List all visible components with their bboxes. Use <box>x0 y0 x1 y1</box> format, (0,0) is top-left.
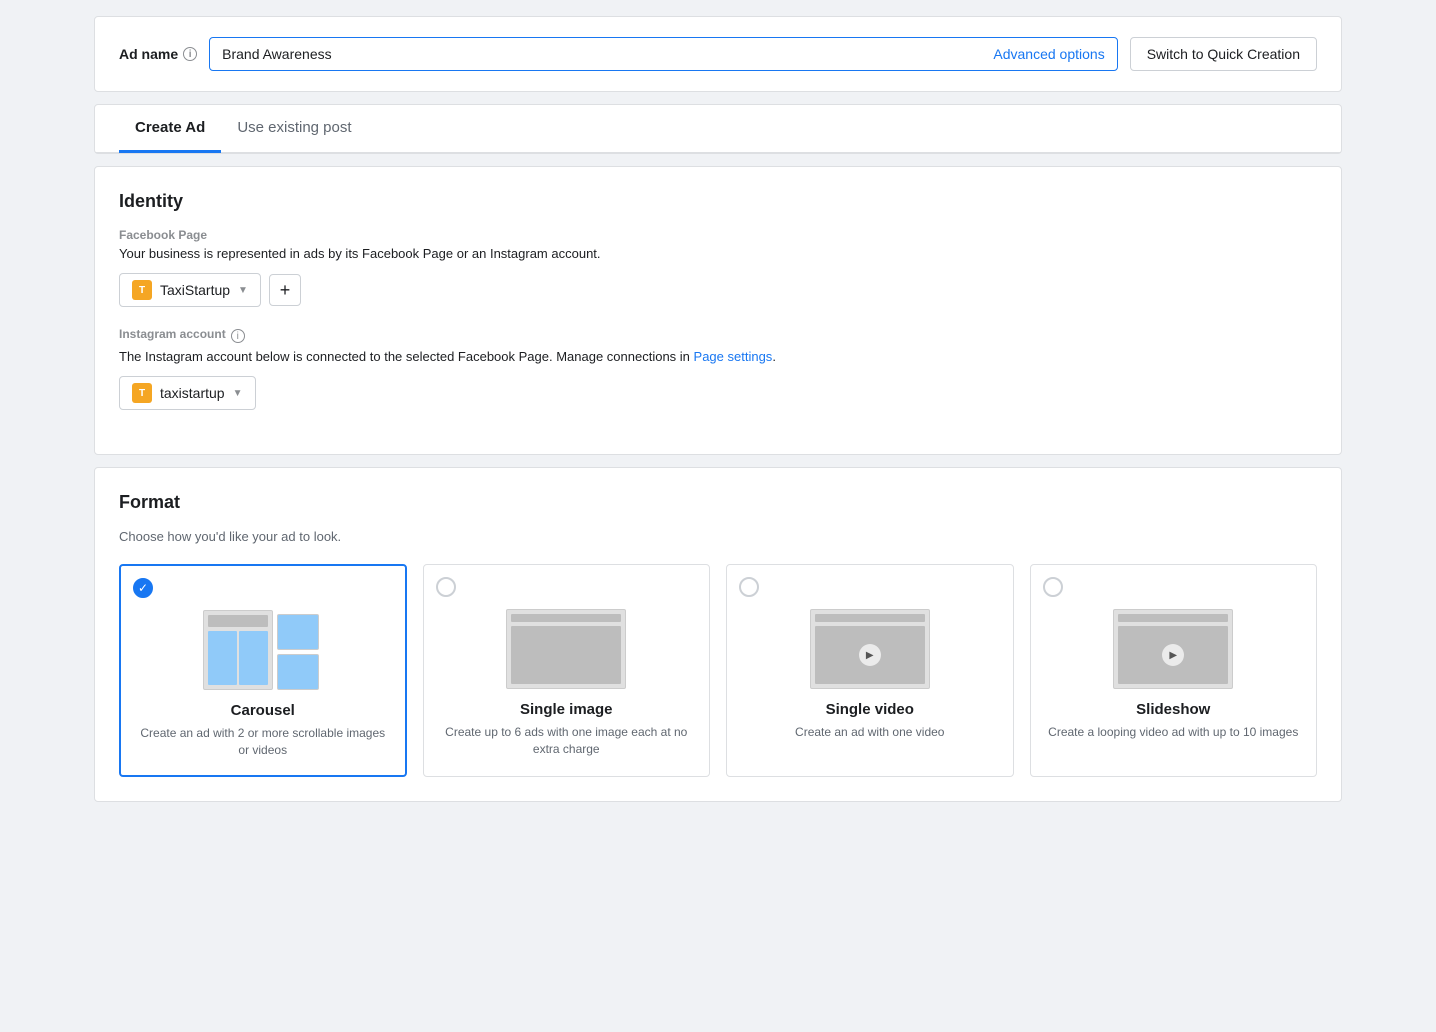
format-card-slideshow[interactable]: ▶ Slideshow Create a looping video ad wi… <box>1030 564 1318 777</box>
instagram-account-name: taxistartup <box>160 385 225 401</box>
format-card-single-image[interactable]: Single image Create up to 6 ads with one… <box>423 564 711 777</box>
single-video-name: Single video <box>743 701 997 718</box>
page-settings-link[interactable]: Page settings <box>694 349 773 364</box>
instagram-account-dropdown[interactable]: T taxistartup ▼ <box>119 376 256 410</box>
format-card-carousel[interactable]: ✓ <box>119 564 407 777</box>
slideshow-radio <box>1043 577 1063 597</box>
instagram-chevron-icon: ▼ <box>233 388 243 399</box>
carousel-preview <box>203 610 323 690</box>
single-video-desc: Create an ad with one video <box>743 724 997 741</box>
facebook-page-name: TaxiStartup <box>160 282 230 298</box>
instagram-account-group: Instagram account i The Instagram accoun… <box>119 327 1317 410</box>
slideshow-preview: ▶ <box>1113 609 1233 689</box>
single-image-preview <box>506 609 626 689</box>
instagram-account-row: T taxistartup ▼ <box>119 376 1317 410</box>
facebook-page-row: T TaxiStartup ▼ + <box>119 273 1317 307</box>
carousel-radio: ✓ <box>133 578 153 598</box>
instagram-info-icon[interactable]: i <box>231 329 245 343</box>
facebook-page-dropdown[interactable]: T TaxiStartup ▼ <box>119 273 261 307</box>
advanced-options-link[interactable]: Advanced options <box>993 46 1104 62</box>
single-video-preview: ▶ <box>810 609 930 689</box>
facebook-page-desc: Your business is represented in ads by i… <box>119 246 1317 261</box>
facebook-page-group: Facebook Page Your business is represent… <box>119 228 1317 307</box>
single-image-radio <box>436 577 456 597</box>
instagram-account-label: Instagram account <box>119 327 226 341</box>
ad-name-text: Ad name <box>119 46 178 62</box>
tab-use-existing-post[interactable]: Use existing post <box>221 105 367 153</box>
taxistartup-page-icon: T <box>132 280 152 300</box>
tabs-section: Create Ad Use existing post <box>94 104 1342 154</box>
ad-name-value: Brand Awareness <box>222 46 331 62</box>
ad-name-card: Ad name i Brand Awareness Advanced optio… <box>94 16 1342 92</box>
format-title: Format <box>119 492 1317 513</box>
single-image-name: Single image <box>440 701 694 718</box>
facebook-page-label: Facebook Page <box>119 228 1317 242</box>
carousel-checkmark: ✓ <box>138 582 148 594</box>
carousel-desc: Create an ad with 2 or more scrollable i… <box>137 725 389 759</box>
add-facebook-page-button[interactable]: + <box>269 274 301 306</box>
page-wrapper: Ad name i Brand Awareness Advanced optio… <box>78 0 1358 818</box>
tab-create-ad[interactable]: Create Ad <box>119 105 221 153</box>
facebook-page-chevron-icon: ▼ <box>238 285 248 296</box>
taxistartup-instagram-icon: T <box>132 383 152 403</box>
single-video-radio <box>739 577 759 597</box>
format-section: Format Choose how you'd like your ad to … <box>94 467 1342 802</box>
format-cards-row: ✓ <box>119 564 1317 777</box>
format-card-single-video[interactable]: ▶ Single video Create an ad with one vid… <box>726 564 1014 777</box>
switch-to-quick-creation-button[interactable]: Switch to Quick Creation <box>1130 37 1317 71</box>
format-desc: Choose how you'd like your ad to look. <box>119 529 1317 544</box>
slideshow-name: Slideshow <box>1047 701 1301 718</box>
identity-title: Identity <box>119 191 1317 212</box>
single-image-desc: Create up to 6 ads with one image each a… <box>440 724 694 758</box>
slideshow-play-icon: ▶ <box>1162 644 1184 666</box>
identity-section: Identity Facebook Page Your business is … <box>94 166 1342 455</box>
ad-name-info-icon[interactable]: i <box>183 47 197 61</box>
instagram-account-desc: The Instagram account below is connected… <box>119 349 1317 364</box>
instagram-label-row: Instagram account i <box>119 327 1317 345</box>
ad-name-row: Ad name i Brand Awareness Advanced optio… <box>119 37 1317 71</box>
carousel-name: Carousel <box>137 702 389 719</box>
ad-name-label: Ad name i <box>119 46 197 62</box>
slideshow-desc: Create a looping video ad with up to 10 … <box>1047 724 1301 741</box>
tabs-nav: Create Ad Use existing post <box>95 105 1341 153</box>
video-play-icon: ▶ <box>859 644 881 666</box>
ad-name-input-wrapper[interactable]: Brand Awareness Advanced options <box>209 37 1118 71</box>
